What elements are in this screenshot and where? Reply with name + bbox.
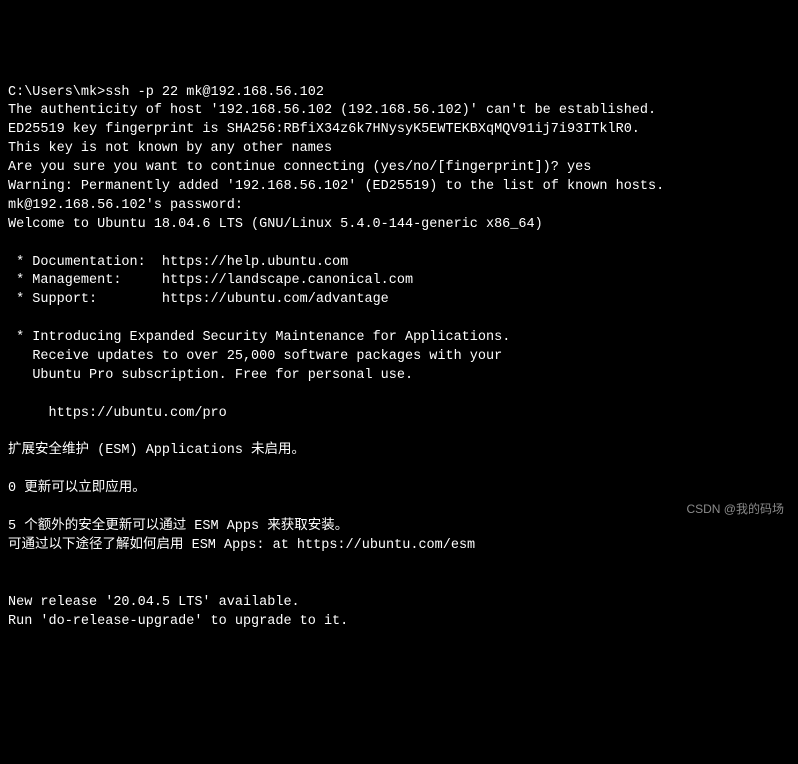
terminal-line [8, 461, 790, 480]
terminal-line [8, 499, 790, 518]
terminal-line: The authenticity of host '192.168.56.102… [8, 102, 790, 121]
terminal-line [8, 575, 790, 594]
terminal-line [8, 556, 790, 575]
terminal-line: Receive updates to over 25,000 software … [8, 348, 790, 367]
terminal-line [8, 424, 790, 443]
terminal-line [8, 386, 790, 405]
terminal-line: Run 'do-release-upgrade' to upgrade to i… [8, 613, 790, 632]
terminal-line: 扩展安全维护 (ESM) Applications 未启用。 [8, 442, 790, 461]
terminal-line [8, 235, 790, 254]
terminal-output: C:\Users\mk>ssh -p 22 mk@192.168.56.102T… [8, 84, 790, 632]
terminal-line: New release '20.04.5 LTS' available. [8, 594, 790, 613]
terminal-line: Ubuntu Pro subscription. Free for person… [8, 367, 790, 386]
terminal-line: C:\Users\mk>ssh -p 22 mk@192.168.56.102 [8, 84, 790, 103]
terminal-line: * Management: https://landscape.canonica… [8, 272, 790, 291]
terminal-line: * Documentation: https://help.ubuntu.com [8, 254, 790, 273]
terminal-line [8, 310, 790, 329]
terminal-line: Welcome to Ubuntu 18.04.6 LTS (GNU/Linux… [8, 216, 790, 235]
watermark-text: CSDN @我的码场 [686, 501, 784, 518]
terminal-line: mk@192.168.56.102's password: [8, 197, 790, 216]
terminal-line: 5 个额外的安全更新可以通过 ESM Apps 来获取安装。 [8, 518, 790, 537]
terminal-line: https://ubuntu.com/pro [8, 405, 790, 424]
terminal-line: 0 更新可以立即应用。 [8, 480, 790, 499]
terminal-line: Warning: Permanently added '192.168.56.1… [8, 178, 790, 197]
terminal-line: Are you sure you want to continue connec… [8, 159, 790, 178]
terminal-line: * Introducing Expanded Security Maintena… [8, 329, 790, 348]
terminal-line: * Support: https://ubuntu.com/advantage [8, 291, 790, 310]
terminal-line: ED25519 key fingerprint is SHA256:RBfiX3… [8, 121, 790, 140]
terminal-line: This key is not known by any other names [8, 140, 790, 159]
